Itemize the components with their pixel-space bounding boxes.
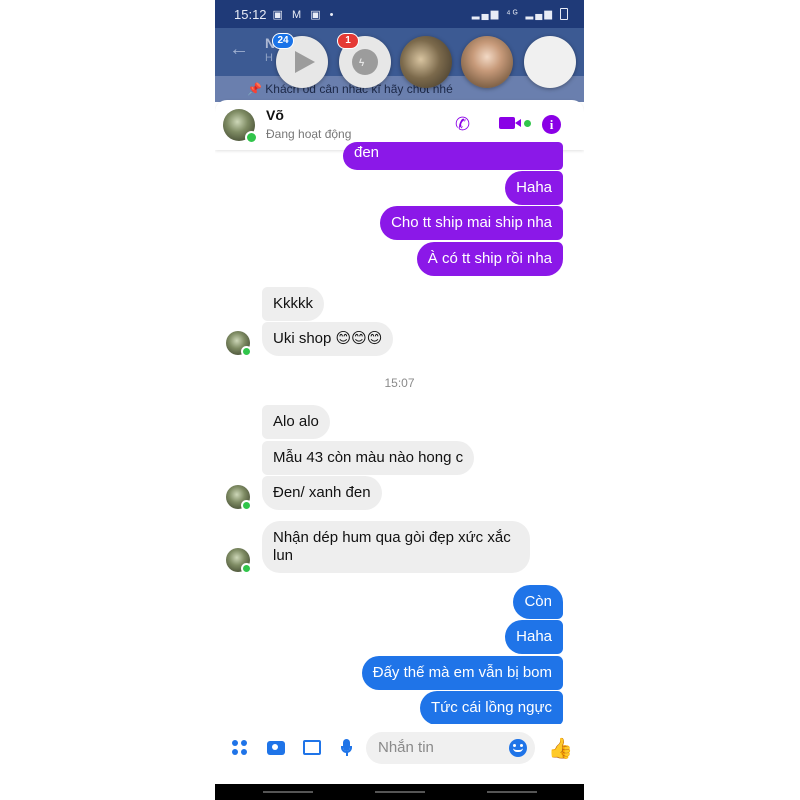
chat-head-contact[interactable] <box>400 36 452 88</box>
notification-icons: ▣ M ▣ • <box>272 8 337 21</box>
play-icon <box>295 51 315 73</box>
message-line: lun <box>273 547 294 564</box>
message-outgoing[interactable]: Cho tt ship mai ship nha <box>380 206 563 240</box>
system-nav-bar <box>215 784 584 800</box>
message-incoming[interactable]: Uki shop 😊😊😊 <box>262 322 394 356</box>
online-indicator <box>245 131 258 144</box>
mic-icon-stem <box>346 752 348 756</box>
online-indicator <box>241 500 252 511</box>
online-indicator <box>241 346 252 357</box>
message-incoming[interactable]: Alo alo <box>262 405 330 439</box>
status-time: 15:12 <box>234 6 267 22</box>
message-outgoing[interactable]: À có tt ship rồi nha <box>416 242 563 276</box>
message-incoming[interactable]: Kkkkk <box>262 287 325 321</box>
like-icon[interactable]: 👍 <box>548 736 573 761</box>
gallery-icon[interactable] <box>303 740 321 755</box>
avatar[interactable] <box>226 485 252 511</box>
message-line: Nhận dép hum qua gòi đẹp xức xắc <box>273 529 511 546</box>
chat-head-badge: 24 <box>272 33 294 49</box>
avatar[interactable] <box>226 331 252 357</box>
info-icon[interactable]: i <box>542 115 561 134</box>
signal-icon-2: ▂▄▆ <box>525 8 554 20</box>
avatar[interactable] <box>226 548 252 574</box>
nav-home[interactable] <box>375 791 425 793</box>
chat-head-active[interactable] <box>524 36 576 88</box>
message-outgoing[interactable]: Haha <box>505 171 563 205</box>
avatar[interactable] <box>223 109 258 144</box>
apps-icon[interactable] <box>232 740 248 756</box>
message-incoming[interactable]: Nhận dép hum qua gòi đẹp xức xắc lun <box>262 521 530 573</box>
chat-head-contact[interactable] <box>461 36 513 88</box>
video-call-icon[interactable] <box>499 117 515 129</box>
battery-icon <box>560 8 568 20</box>
network-type: ⁴ᴳ <box>506 8 520 20</box>
message-outgoing[interactable]: Đấy thế mà em vẫn bị bom <box>361 656 563 690</box>
camera-icon[interactable] <box>267 741 285 755</box>
phone-icon[interactable]: ✆ <box>455 114 470 135</box>
back-arrow-icon: ← <box>229 38 249 60</box>
nav-recents[interactable] <box>263 791 313 793</box>
message-outgoing[interactable]: đen <box>343 142 563 170</box>
message-outgoing[interactable]: Tức cái lồng ngực <box>420 691 563 725</box>
chat-head-badge: 1 <box>337 33 359 49</box>
status-right: ▂▄▆ ⁴ᴳ ▂▄▆ <box>472 8 568 20</box>
phone-screen: 15:12 ▣ M ▣ • ▂▄▆ ⁴ᴳ ▂▄▆ ← N H 📌 Khách o… <box>215 0 584 800</box>
video-active-dot <box>524 120 531 127</box>
status-bar: 15:12 ▣ M ▣ • ▂▄▆ ⁴ᴳ ▂▄▆ <box>215 0 584 28</box>
message-composer: Nhắn tin 👍 <box>215 724 584 772</box>
message-outgoing[interactable]: Còn <box>513 585 563 619</box>
active-status: Đang hoạt động <box>266 127 352 141</box>
messenger-icon: ϟ <box>352 49 378 75</box>
message-outgoing[interactable]: Haha <box>505 620 563 654</box>
video-call-icon-lens <box>515 119 521 127</box>
contact-name[interactable]: Võ <box>266 107 284 123</box>
emoji-icon[interactable] <box>509 739 527 757</box>
pinned-banner: 📌 Khách od cân nhắc kĩ hãy chốt nhé <box>215 76 584 102</box>
chat-head-messenger[interactable]: ϟ 1 <box>337 33 391 88</box>
message-incoming[interactable]: Mẫu 43 còn màu nào hong c <box>262 441 475 475</box>
timestamp: 15:07 <box>384 376 415 390</box>
chat-head-video[interactable]: 24 <box>272 33 328 88</box>
online-indicator <box>241 563 252 574</box>
signal-icon: ▂▄▆ <box>471 8 501 20</box>
nav-back[interactable] <box>487 791 537 793</box>
background-subtitle: H <box>265 52 273 64</box>
message-incoming[interactable]: Đen/ xanh đen <box>262 476 382 510</box>
